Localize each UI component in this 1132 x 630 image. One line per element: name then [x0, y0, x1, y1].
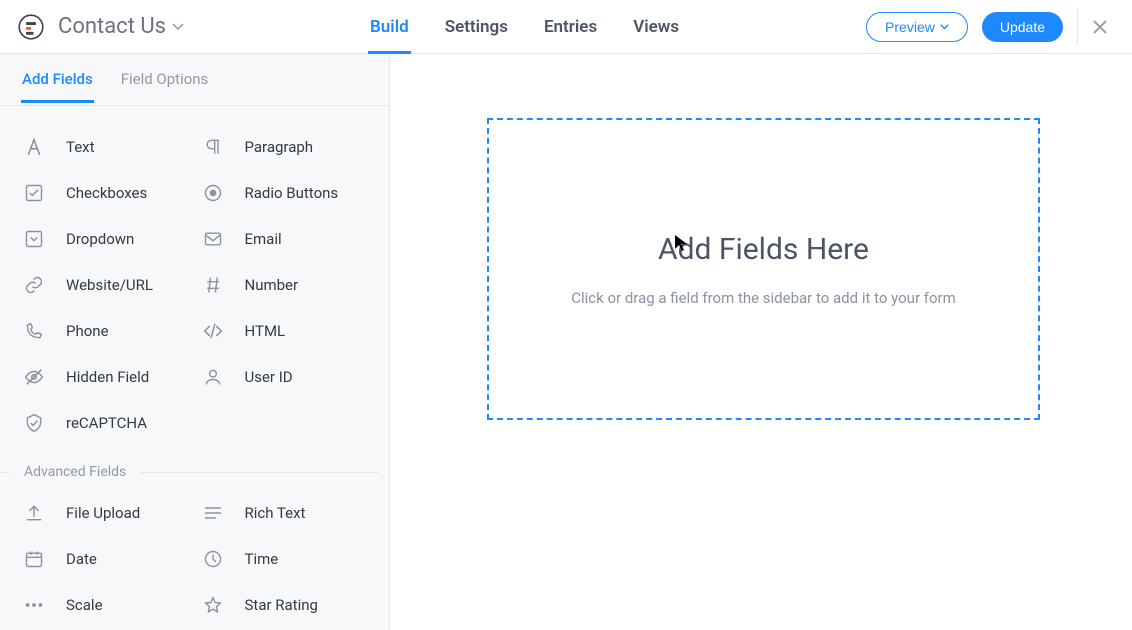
checkbox-icon: [22, 181, 46, 205]
dropzone-title: Add Fields Here: [658, 232, 869, 267]
advanced-fields-label: Advanced Fields: [24, 464, 126, 480]
header: Contact Us Build Settings Entries Views …: [0, 0, 1132, 54]
caret-down-icon: [172, 23, 184, 31]
field-label: Number: [245, 276, 299, 294]
time-icon: [201, 547, 225, 571]
close-icon[interactable]: [1092, 19, 1114, 35]
field-label: Rich Text: [245, 504, 306, 522]
form-title-dropdown[interactable]: Contact Us: [58, 14, 184, 39]
tab-build[interactable]: Build: [370, 0, 409, 53]
field-text-a[interactable]: Text: [22, 124, 201, 170]
field-star[interactable]: Star Rating: [201, 582, 380, 628]
radio-icon: [201, 181, 225, 205]
tab-views[interactable]: Views: [633, 0, 679, 53]
user-icon: [201, 365, 225, 389]
field-label: Phone: [66, 322, 109, 340]
html-icon: [201, 319, 225, 343]
header-actions: Preview Update: [866, 0, 1132, 53]
canvas: Add Fields Here Click or drag a field fr…: [390, 54, 1132, 630]
field-label: Hidden Field: [66, 368, 149, 386]
star-icon: [201, 593, 225, 617]
field-link[interactable]: Website/URL: [22, 262, 201, 308]
sidebar-tab-add-fields[interactable]: Add Fields: [22, 70, 93, 102]
main-tabs: Build Settings Entries Views: [370, 0, 679, 53]
link-icon: [22, 273, 46, 297]
tab-entries[interactable]: Entries: [544, 0, 597, 53]
dropzone-help: Click or drag a field from the sidebar t…: [571, 289, 956, 307]
field-hash[interactable]: Number: [201, 262, 380, 308]
field-checkbox[interactable]: Checkboxes: [22, 170, 201, 216]
field-time[interactable]: Time: [201, 536, 380, 582]
advanced-fields-grid: File Upload Rich Text Date Time Scale Star Ra…: [22, 490, 379, 628]
hidden-icon: [22, 365, 46, 389]
field-label: Website/URL: [66, 276, 153, 294]
app-logo-icon: [18, 14, 44, 40]
advanced-fields-header: Advanced Fields: [0, 464, 379, 480]
field-html[interactable]: HTML: [201, 308, 380, 354]
divider: [1077, 9, 1078, 45]
field-radio[interactable]: Radio Buttons: [201, 170, 380, 216]
sidebar-tabs: Add Fields Field Options: [0, 54, 389, 106]
phone-icon: [22, 319, 46, 343]
field-richtext[interactable]: Rich Text: [201, 490, 380, 536]
dropzone[interactable]: Add Fields Here Click or drag a field fr…: [487, 118, 1040, 420]
paragraph-icon: [201, 135, 225, 159]
date-icon: [22, 547, 46, 571]
email-icon: [201, 227, 225, 251]
body: Add Fields Field Options Text Paragraph Ch…: [0, 54, 1132, 630]
field-recaptcha[interactable]: reCAPTCHA: [22, 400, 201, 446]
recaptcha-icon: [22, 411, 46, 435]
field-label: HTML: [245, 322, 286, 340]
field-label: Paragraph: [245, 138, 314, 156]
richtext-icon: [201, 501, 225, 525]
text-a-icon: [22, 135, 46, 159]
hash-icon: [201, 273, 225, 297]
scale-icon: [22, 593, 46, 617]
brand: Contact Us: [0, 14, 184, 40]
dropdown-icon: [22, 227, 46, 251]
field-list: Text Paragraph Checkboxes Radio Buttons Drop…: [0, 106, 389, 628]
field-label: reCAPTCHA: [66, 414, 147, 432]
field-label: Scale: [66, 596, 103, 614]
field-scale[interactable]: Scale: [22, 582, 201, 628]
field-user[interactable]: User ID: [201, 354, 380, 400]
field-label: User ID: [245, 368, 293, 386]
field-phone[interactable]: Phone: [22, 308, 201, 354]
tab-settings[interactable]: Settings: [445, 0, 508, 53]
sidebar-tab-field-options[interactable]: Field Options: [121, 70, 209, 102]
field-dropdown[interactable]: Dropdown: [22, 216, 201, 262]
caret-down-icon: [940, 24, 949, 30]
field-paragraph[interactable]: Paragraph: [201, 124, 380, 170]
field-date[interactable]: Date: [22, 536, 201, 582]
field-label: Radio Buttons: [245, 184, 339, 202]
field-label: Time: [245, 550, 279, 568]
field-email[interactable]: Email: [201, 216, 380, 262]
field-label: Text: [66, 138, 95, 156]
sidebar: Add Fields Field Options Text Paragraph Ch…: [0, 54, 390, 630]
field-label: Dropdown: [66, 230, 134, 248]
field-label: File Upload: [66, 504, 140, 522]
form-title: Contact Us: [58, 14, 166, 39]
field-label: Email: [245, 230, 282, 248]
update-button[interactable]: Update: [982, 12, 1063, 42]
field-upload[interactable]: File Upload: [22, 490, 201, 536]
basic-fields-grid: Text Paragraph Checkboxes Radio Buttons Drop…: [22, 124, 379, 446]
field-label: Checkboxes: [66, 184, 147, 202]
field-label: Star Rating: [245, 596, 318, 614]
preview-button[interactable]: Preview: [866, 12, 968, 42]
field-label: Date: [66, 550, 97, 568]
upload-icon: [22, 501, 46, 525]
field-hidden[interactable]: Hidden Field: [22, 354, 201, 400]
